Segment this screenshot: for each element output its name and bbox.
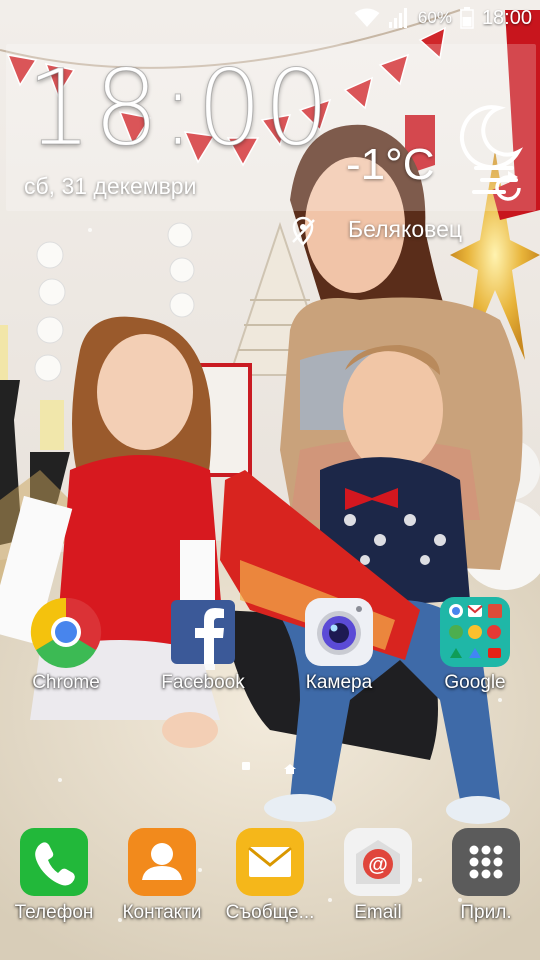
app-camera[interactable]: Камера <box>284 596 394 694</box>
page-dot <box>242 762 250 770</box>
battery-percent: 60% <box>417 8 452 27</box>
chrome-icon <box>30 596 102 668</box>
app-label: Прил. <box>460 902 512 923</box>
dock-phone[interactable]: Телефон <box>0 826 109 924</box>
svg-text:@: @ <box>368 854 388 876</box>
app-label: Email <box>354 902 402 923</box>
camera-icon <box>303 596 375 668</box>
apps-grid-icon <box>450 826 522 898</box>
widget-temperature: -1°C <box>346 140 435 189</box>
signal-icon <box>388 7 410 29</box>
dock-contacts[interactable]: Контакти <box>107 826 217 924</box>
app-google-folder[interactable]: Google <box>420 596 530 694</box>
wifi-icon <box>354 8 380 28</box>
status-bar: 60% 18:00 <box>0 0 540 36</box>
dock-messages[interactable]: Съобще... <box>215 826 325 924</box>
widget-clock: 18:00 <box>26 47 331 169</box>
location-off-icon <box>290 216 316 251</box>
app-label: Телефон <box>14 902 94 923</box>
app-label: Chrome <box>32 672 100 693</box>
app-label: Съобще... <box>225 902 315 923</box>
dock-apps[interactable]: Прил. <box>431 826 540 924</box>
battery-icon <box>460 7 474 29</box>
dock-email[interactable]: @ Email <box>323 826 433 924</box>
widget-date: сб, 31 декември <box>24 173 197 199</box>
app-chrome[interactable]: Chrome <box>11 596 121 694</box>
email-icon: @ <box>342 826 414 898</box>
phone-icon <box>18 826 90 898</box>
contacts-icon <box>126 826 198 898</box>
app-label: Google <box>444 672 506 693</box>
google-folder-icon <box>439 596 511 668</box>
status-time: 18:00 <box>481 6 532 29</box>
home-page-icon <box>284 761 296 774</box>
facebook-icon <box>167 596 239 668</box>
app-label: Facebook <box>161 672 245 693</box>
app-label: Контакти <box>122 902 202 923</box>
clock-weather-widget[interactable]: 18:00 сб, 31 декември -1°C Беляковец <box>6 44 536 246</box>
refresh-icon[interactable] <box>494 170 524 207</box>
app-label: Камера <box>305 672 373 693</box>
app-facebook[interactable]: Facebook <box>148 596 258 694</box>
page-indicator[interactable] <box>242 761 296 774</box>
messages-icon <box>234 826 306 898</box>
widget-location: Беляковец <box>348 216 463 242</box>
